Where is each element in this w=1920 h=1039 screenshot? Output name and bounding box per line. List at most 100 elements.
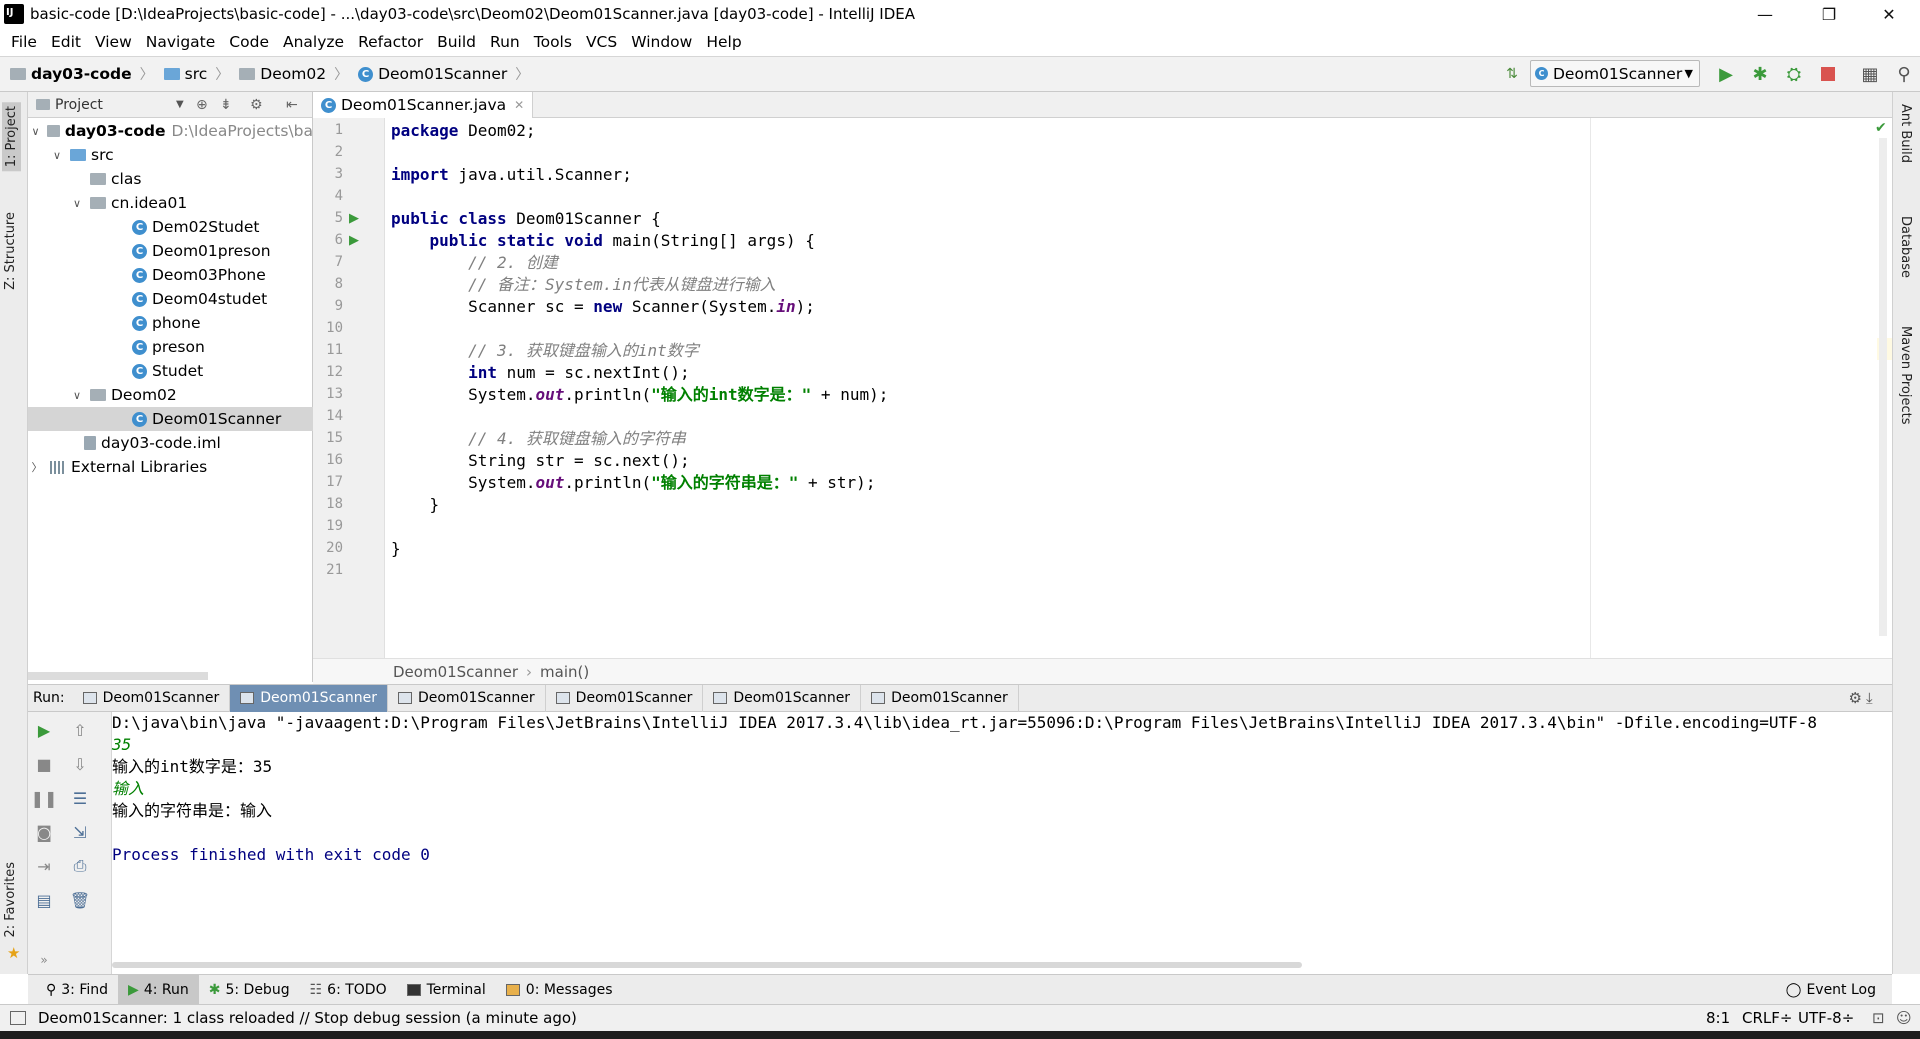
tool-tab-debug[interactable]: ✱ 5: Debug bbox=[199, 975, 300, 1005]
tree-node-class-selected[interactable]: C Deom01Scanner bbox=[28, 407, 313, 431]
menu-help[interactable]: Help bbox=[699, 33, 748, 51]
run-tab[interactable]: Deom01Scanner bbox=[388, 684, 546, 712]
lock-icon[interactable]: ⊡ bbox=[1872, 1009, 1885, 1027]
breadcrumb-package[interactable]: Deom02 〉 bbox=[239, 64, 348, 84]
gear-icon[interactable]: ⚙ bbox=[1849, 689, 1862, 707]
caret-position[interactable]: 8:1 bbox=[1706, 1009, 1730, 1027]
tree-node-class[interactable]: C Deom04studet bbox=[28, 287, 313, 311]
menu-code[interactable]: Code bbox=[222, 33, 276, 51]
tool-tab-run[interactable]: ▶ 4: Run bbox=[118, 974, 199, 1005]
sort-build-icon[interactable]: ⇅ bbox=[1500, 62, 1524, 86]
menu-file[interactable]: File bbox=[4, 33, 44, 51]
trash-icon[interactable]: 🗑 bbox=[68, 888, 92, 912]
tree-node-clas[interactable]: clas bbox=[28, 167, 313, 191]
horizontal-scrollbar[interactable] bbox=[28, 672, 208, 680]
run-tab-active[interactable]: Deom01Scanner bbox=[230, 684, 388, 712]
more-icon[interactable]: » bbox=[32, 948, 56, 972]
tool-tab-messages[interactable]: 0: Messages bbox=[496, 975, 623, 1005]
close-tab-icon[interactable]: ✕ bbox=[514, 98, 524, 112]
run-tab[interactable]: Deom01Scanner bbox=[703, 684, 862, 712]
tree-node-iml[interactable]: day03-code.iml bbox=[28, 431, 313, 455]
tree-node-class[interactable]: C Dem02Studet bbox=[28, 215, 313, 239]
stop-icon[interactable]: ■ bbox=[32, 752, 56, 776]
tool-tab-structure[interactable]: Z: Structure bbox=[3, 212, 18, 290]
tree-node-pkg2[interactable]: ∨ Deom02 bbox=[28, 383, 313, 407]
breadcrumb-class[interactable]: C Deom01Scanner 〉 bbox=[358, 64, 529, 84]
console-output[interactable]: D:\java\bin\java "-javaagent:D:\Program … bbox=[112, 712, 1892, 974]
tool-tab-find[interactable]: ⚲ 3: Find bbox=[36, 975, 118, 1005]
rerun-icon[interactable]: ▶ bbox=[32, 718, 56, 742]
hide-icon[interactable]: ⇤ bbox=[286, 97, 298, 113]
dump-threads-icon[interactable]: ◙ bbox=[32, 820, 56, 844]
breadcrumb-project[interactable]: day03-code 〉 bbox=[10, 64, 154, 84]
soft-wrap-icon[interactable]: ☰ bbox=[68, 786, 92, 810]
up-arrow-icon[interactable]: ⇧ bbox=[68, 718, 92, 742]
toggle-tool-windows-icon[interactable] bbox=[10, 1011, 26, 1025]
menu-window[interactable]: Window bbox=[624, 33, 699, 51]
project-structure-icon[interactable]: ▦ bbox=[1858, 62, 1882, 86]
exit-icon[interactable]: ⇥ bbox=[32, 854, 56, 878]
tree-node-class[interactable]: C Deom03Phone bbox=[28, 263, 313, 287]
menu-navigate[interactable]: Navigate bbox=[139, 33, 223, 51]
coverage-icon[interactable]: ⛭ bbox=[1782, 62, 1806, 86]
collapse-icon[interactable]: ⇟ bbox=[220, 97, 232, 113]
pause-icon[interactable]: ❚❚ bbox=[31, 786, 58, 810]
menu-edit[interactable]: Edit bbox=[44, 33, 88, 51]
run-configuration-select[interactable]: C Deom01Scanner ▼ bbox=[1530, 60, 1700, 87]
run-icon[interactable]: ▶ bbox=[1714, 62, 1738, 86]
vertical-scrollbar[interactable] bbox=[1879, 138, 1887, 636]
print-icon[interactable]: ⎙ bbox=[68, 854, 92, 878]
down-arrow-icon[interactable]: ⇩ bbox=[68, 752, 92, 776]
tool-tab-project[interactable]: 1: Project bbox=[2, 102, 21, 172]
status-message[interactable]: Deom01Scanner: 1 class reloaded // Stop … bbox=[38, 1009, 577, 1027]
breadcrumb-src[interactable]: src 〉 bbox=[163, 64, 229, 84]
tool-tab-database[interactable]: Database bbox=[1898, 216, 1913, 278]
line-separator[interactable]: CRLF÷ bbox=[1742, 1009, 1792, 1027]
hide-panel-icon[interactable]: ⤓ bbox=[1866, 689, 1873, 707]
breadcrumb-class[interactable]: Deom01Scanner bbox=[393, 663, 518, 681]
tool-tab-todo[interactable]: ☷ 6: TODO bbox=[300, 975, 397, 1005]
close-button[interactable]: ✕ bbox=[1866, 0, 1912, 28]
run-gutter-icon[interactable]: ▶ bbox=[349, 211, 359, 226]
menu-view[interactable]: View bbox=[88, 33, 139, 51]
tool-tab-favorites[interactable]: 2: Favorites bbox=[3, 862, 18, 938]
tool-tab-ant-build[interactable]: Ant Build bbox=[1898, 104, 1913, 163]
project-view-select[interactable]: Project bbox=[55, 97, 103, 113]
tree-node-src[interactable]: ∨ src bbox=[28, 143, 313, 167]
gear-icon[interactable]: ⚙ bbox=[250, 97, 263, 113]
tool-tab-maven[interactable]: Maven Projects bbox=[1898, 326, 1913, 425]
tool-tab-event-log[interactable]: ◯ Event Log bbox=[1776, 975, 1886, 1005]
inspector-icon[interactable]: ☺ bbox=[1896, 1009, 1912, 1027]
tree-node-pkg1[interactable]: ∨ cn.idea01 bbox=[28, 191, 313, 215]
run-tab[interactable]: Deom01Scanner bbox=[73, 684, 231, 712]
tree-node-class[interactable]: C Studet bbox=[28, 359, 313, 383]
menu-tools[interactable]: Tools bbox=[527, 33, 579, 51]
run-tab[interactable]: Deom01Scanner bbox=[546, 684, 704, 712]
maximize-button[interactable]: ❐ bbox=[1806, 0, 1852, 28]
search-icon[interactable]: ⚲ bbox=[1892, 62, 1916, 86]
menu-build[interactable]: Build bbox=[430, 33, 483, 51]
tree-node-class[interactable]: Cpreson bbox=[28, 335, 313, 359]
locate-icon[interactable]: ⊕ bbox=[196, 97, 208, 113]
menu-run[interactable]: Run bbox=[483, 33, 527, 51]
stop-icon[interactable] bbox=[1816, 62, 1840, 86]
breadcrumb-method[interactable]: main() bbox=[540, 663, 589, 681]
menu-vcs[interactable]: VCS bbox=[579, 33, 624, 51]
layout-icon[interactable]: ▤ bbox=[32, 888, 56, 912]
menu-refactor[interactable]: Refactor bbox=[351, 33, 430, 51]
menu-analyze[interactable]: Analyze bbox=[276, 33, 351, 51]
minimize-button[interactable]: — bbox=[1742, 0, 1788, 28]
tree-node-class[interactable]: C Deom01preson bbox=[28, 239, 313, 263]
tool-tab-terminal[interactable]: Terminal bbox=[397, 975, 496, 1005]
code-editor[interactable]: package Deom02; import java.util.Scanner… bbox=[385, 118, 1887, 658]
run-tab[interactable]: Deom01Scanner bbox=[861, 684, 1019, 712]
file-encoding[interactable]: UTF-8÷ bbox=[1798, 1009, 1854, 1027]
tab-deom01scanner-java[interactable]: C Deom01Scanner.java ✕ bbox=[313, 92, 534, 118]
chevron-down-icon[interactable]: ▼ bbox=[176, 99, 184, 110]
tree-node-class[interactable]: Cphone bbox=[28, 311, 313, 335]
debug-icon[interactable]: ✱ bbox=[1748, 62, 1772, 86]
tree-node-root[interactable]: ∨ day03-code D:\IdeaProjects\ba bbox=[28, 119, 313, 143]
scroll-to-end-icon[interactable]: ⇲ bbox=[68, 820, 92, 844]
console-horizontal-scrollbar[interactable] bbox=[112, 962, 1302, 968]
tree-node-external-libraries[interactable]: 〉 External Libraries bbox=[28, 455, 313, 479]
